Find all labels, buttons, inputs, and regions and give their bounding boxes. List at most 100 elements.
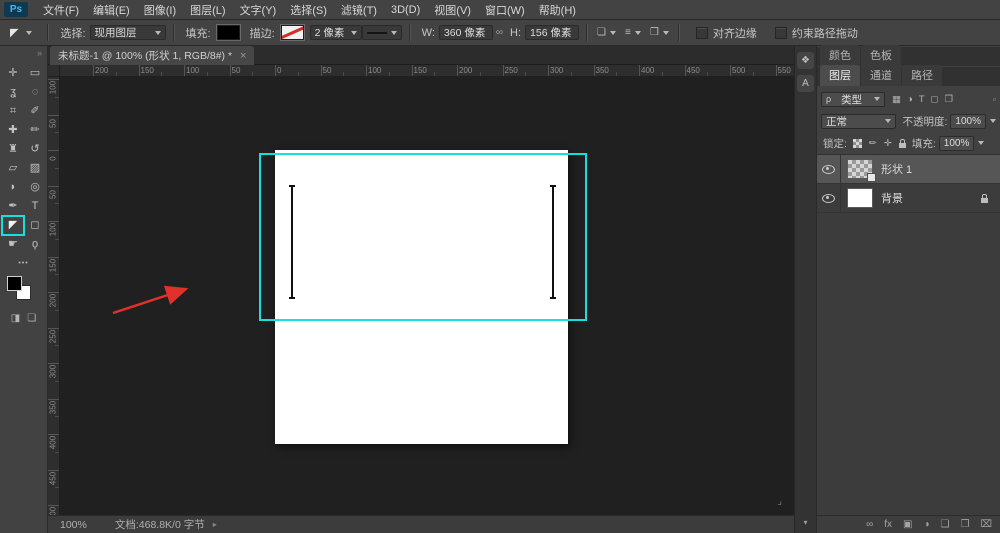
- shape-selection-bounds[interactable]: [259, 153, 587, 321]
- filter-adjustment-layers-icon[interactable]: ◑: [907, 94, 913, 105]
- lock-position-icon[interactable]: ✛: [884, 138, 892, 149]
- shape-line-right[interactable]: [552, 186, 554, 298]
- filter-smart-objects-icon[interactable]: ❐: [944, 94, 953, 105]
- layer-visibility-toggle[interactable]: [817, 155, 841, 183]
- new-group-icon[interactable]: ❏: [941, 519, 950, 530]
- layer-thumbnail[interactable]: [847, 188, 873, 208]
- lock-pixels-icon[interactable]: ✏: [869, 138, 877, 149]
- filter-toggle-icon[interactable]: ▫: [993, 94, 996, 104]
- layer-name[interactable]: 背景: [881, 190, 903, 206]
- tab-色板[interactable]: 色板: [861, 45, 901, 66]
- menu-item[interactable]: 窗口(W): [478, 0, 532, 19]
- layer-thumbnail[interactable]: [847, 159, 873, 179]
- close-document-icon[interactable]: ×: [240, 50, 246, 62]
- layer-row[interactable]: 背景: [817, 184, 1000, 213]
- clone-stamp-tool[interactable]: ♜: [3, 141, 23, 158]
- blend-mode-dropdown[interactable]: 正常: [821, 114, 896, 129]
- healing-brush-tool[interactable]: ✚: [3, 122, 23, 139]
- move-tool[interactable]: ✛: [3, 65, 23, 82]
- strip-collapse-icon[interactable]: ▾: [795, 518, 816, 527]
- ruler-origin-corner[interactable]: [48, 65, 60, 77]
- delete-layer-icon[interactable]: ⌧: [980, 519, 992, 530]
- layer-row[interactable]: 形状 1: [817, 155, 1000, 184]
- layer-name[interactable]: 形状 1: [881, 161, 912, 177]
- eraser-tool[interactable]: ▱: [3, 160, 23, 177]
- brush-tool[interactable]: ✏: [25, 122, 45, 139]
- anchor-point[interactable]: [289, 185, 295, 187]
- path-alignment-button[interactable]: ≡: [625, 27, 641, 38]
- align-edges-checkbox[interactable]: 对齐边缘: [696, 25, 757, 41]
- menu-item[interactable]: 图层(L): [183, 0, 232, 19]
- fill-opacity-value[interactable]: 100%: [939, 136, 975, 151]
- vertical-ruler[interactable]: 10050050100150200250300350400450500: [48, 77, 60, 515]
- link-dimensions-icon[interactable]: ∞: [496, 27, 503, 38]
- anchor-point[interactable]: [550, 185, 556, 187]
- dodge-tool[interactable]: ◎: [25, 179, 45, 196]
- menu-item[interactable]: 文字(Y): [233, 0, 284, 19]
- history-brush-tool[interactable]: ↺: [25, 141, 45, 158]
- zoom-level-field[interactable]: 100%: [60, 519, 87, 531]
- adjustment-layer-icon[interactable]: ◑: [923, 519, 929, 530]
- rectangular-marquee-tool[interactable]: ▭: [25, 65, 45, 82]
- pen-tool[interactable]: ✒: [3, 198, 23, 215]
- filter-shape-layers-icon[interactable]: ◻: [931, 94, 939, 105]
- status-flyout-icon[interactable]: ▸: [213, 520, 217, 529]
- filter-pixel-layers-icon[interactable]: ▦: [892, 94, 901, 105]
- constrain-path-checkbox[interactable]: 约束路径拖动: [775, 25, 858, 41]
- crop-tool[interactable]: ⌗: [3, 103, 23, 120]
- stroke-color-swatch[interactable]: [281, 25, 304, 40]
- menu-item[interactable]: 滤镜(T): [334, 0, 384, 19]
- document-tab[interactable]: 未标题-1 @ 100% (形状 1, RGB/8#) * ×: [50, 46, 254, 65]
- collapsed-character-panel-icon[interactable]: A: [797, 75, 814, 92]
- foreground-color-swatch[interactable]: [7, 276, 22, 291]
- gradient-tool[interactable]: ▨: [25, 160, 45, 177]
- path-operations-button[interactable]: ❏: [597, 27, 616, 38]
- menu-item[interactable]: 文件(F): [36, 0, 86, 19]
- tab-通道[interactable]: 通道: [861, 65, 901, 86]
- filter-type-layers-icon[interactable]: T: [919, 94, 925, 105]
- shape-width-field[interactable]: 360 像素: [439, 25, 493, 40]
- shape-line-left[interactable]: [291, 186, 293, 298]
- scroll-grip-icon[interactable]: ⌟: [777, 496, 782, 507]
- tab-路径[interactable]: 路径: [902, 65, 942, 86]
- collapsed-panel-icon[interactable]: ❖: [797, 52, 814, 69]
- lock-all-icon[interactable]: [899, 143, 906, 148]
- link-layers-icon[interactable]: ∞: [866, 519, 873, 530]
- path-arrangement-button[interactable]: ❐: [650, 27, 669, 38]
- horizontal-ruler[interactable]: 2001501005005010015020025030035040045050…: [60, 65, 794, 77]
- tab-颜色[interactable]: 颜色: [820, 45, 860, 66]
- tool-preset-button[interactable]: ◤: [0, 26, 40, 39]
- path-selection-tool[interactable]: ◤: [3, 217, 23, 234]
- more-tools-icon[interactable]: •••: [0, 260, 47, 267]
- add-layer-mask-icon[interactable]: ▣: [903, 519, 912, 530]
- toolbar-collapse-icon[interactable]: »: [0, 46, 47, 60]
- menu-item[interactable]: 编辑(E): [86, 0, 137, 19]
- quick-mask-icon[interactable]: ◨: [11, 313, 20, 324]
- menu-item[interactable]: 3D(D): [384, 0, 427, 19]
- anchor-point[interactable]: [550, 297, 556, 299]
- new-layer-icon[interactable]: ❐: [961, 519, 970, 530]
- layer-style-icon[interactable]: fx: [884, 519, 892, 530]
- filter-type-dropdown[interactable]: ρ 类型: [821, 92, 885, 107]
- fill-color-swatch[interactable]: [217, 25, 240, 40]
- menu-item[interactable]: 视图(V): [427, 0, 478, 19]
- canvas-viewport[interactable]: ⌟: [60, 77, 794, 515]
- select-mode-dropdown[interactable]: 现用图层: [90, 25, 166, 40]
- lock-transparency-icon[interactable]: [853, 139, 862, 148]
- type-tool[interactable]: T: [25, 198, 45, 215]
- stroke-width-field[interactable]: 2 像素: [310, 25, 362, 40]
- rectangle-tool[interactable]: ◻: [25, 217, 45, 234]
- menu-item[interactable]: 选择(S): [283, 0, 334, 19]
- blur-tool[interactable]: ◗: [3, 179, 23, 196]
- zoom-tool[interactable]: ϙ: [25, 236, 45, 253]
- tab-图层[interactable]: 图层: [820, 65, 860, 86]
- anchor-point[interactable]: [289, 297, 295, 299]
- opacity-value[interactable]: 100%: [950, 114, 986, 129]
- eyedropper-tool[interactable]: ✐: [25, 103, 45, 120]
- shape-height-field[interactable]: 156 像素: [525, 25, 579, 40]
- screen-mode-icon[interactable]: ❏: [27, 313, 36, 324]
- hand-tool[interactable]: ☛: [3, 236, 23, 253]
- menu-item[interactable]: 帮助(H): [532, 0, 583, 19]
- quick-selection-tool[interactable]: ◌: [25, 84, 45, 101]
- lasso-tool[interactable]: ʓ: [3, 84, 23, 101]
